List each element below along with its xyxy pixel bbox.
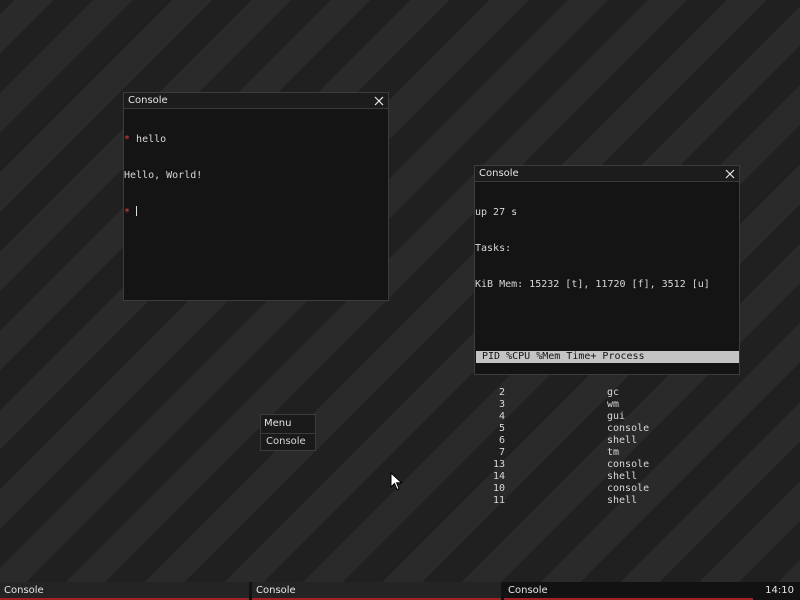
process-name: wm: [607, 399, 620, 410]
console-line-text: hello: [130, 134, 167, 145]
process-name: shell: [607, 435, 638, 446]
console-output[interactable]: * hello Hello, World! *: [124, 109, 388, 243]
process-pid: 11: [492, 495, 505, 506]
process-pid: 7: [498, 447, 505, 458]
taskbar-button-console-1[interactable]: Console: [0, 582, 249, 600]
close-icon: [374, 96, 384, 105]
console-window-2[interactable]: Console up 27 s Tasks: KiB Mem: 15232 [t…: [474, 165, 740, 506]
process-name: shell: [607, 495, 638, 506]
console-line: * hello: [124, 134, 388, 146]
process-name: gui: [607, 411, 626, 422]
close-icon: [725, 169, 735, 178]
console-line-text: Hello, World!: [124, 170, 203, 181]
process-row: 6 shell: [475, 435, 739, 447]
task-manager-output[interactable]: up 27 s Tasks: KiB Mem: 15232 [t], 11720…: [475, 182, 739, 531]
tasks-line: Tasks:: [475, 243, 512, 254]
mouse-pointer-icon: [390, 472, 403, 491]
taskbar-button-console-3[interactable]: Console: [504, 582, 753, 600]
process-row: 13 console: [475, 459, 739, 471]
taskbar-clock: 14:10: [765, 585, 794, 596]
menu-item-console[interactable]: Console: [261, 434, 315, 450]
process-pid: 14: [492, 471, 505, 482]
process-table-header: PID %CPU %Mem Time+ Process: [476, 351, 739, 363]
menu-title: Menu: [261, 415, 315, 434]
console-input-line[interactable]: *: [124, 206, 388, 219]
process-pid: 10: [492, 483, 505, 494]
window-title: Console: [479, 168, 519, 179]
taskbar-button-console-2[interactable]: Console: [252, 582, 501, 600]
process-name: shell: [607, 471, 638, 482]
process-row: 7 tm: [475, 447, 739, 459]
process-pid: 5: [498, 423, 505, 434]
process-pid: 2: [498, 387, 505, 398]
process-row: 10 console: [475, 483, 739, 495]
process-row: 14 shell: [475, 471, 739, 483]
window-titlebar[interactable]: Console: [475, 166, 739, 182]
prompt-symbol: *: [124, 207, 131, 218]
window-title: Console: [128, 95, 168, 106]
text-caret: [136, 206, 138, 216]
process-row: 2 gc: [475, 387, 739, 399]
uptime-line: up 27 s: [475, 207, 518, 218]
process-name: console: [607, 423, 650, 434]
process-pid: 13: [492, 459, 505, 470]
process-name: console: [607, 483, 650, 494]
process-row: 11 shell: [475, 495, 739, 507]
process-row: 4 gui: [475, 411, 739, 423]
process-pid: 4: [498, 411, 505, 422]
process-name: console: [607, 459, 650, 470]
process-name: tm: [607, 447, 620, 458]
process-row: 5 console: [475, 423, 739, 435]
window-titlebar[interactable]: Console: [124, 93, 388, 109]
taskbar: Console Console Console 14:10: [0, 582, 800, 600]
close-button[interactable]: [373, 95, 385, 107]
process-list: 2 gc 3 wm 4 gui 5 console 6 shell 7 tm 13 console 14 sh…: [475, 387, 739, 507]
close-button[interactable]: [724, 168, 736, 180]
process-name: gc: [607, 387, 620, 398]
console-line: Hello, World!: [124, 170, 388, 182]
process-pid: 6: [498, 435, 505, 446]
memory-line: KiB Mem: 15232 [t], 11720 [f], 3512 [u]: [475, 279, 710, 290]
start-menu[interactable]: Menu Console: [260, 414, 316, 451]
process-row: 3 wm: [475, 399, 739, 411]
console-window-1[interactable]: Console * hello Hello, World! *: [123, 92, 389, 301]
process-pid: 3: [498, 399, 505, 410]
